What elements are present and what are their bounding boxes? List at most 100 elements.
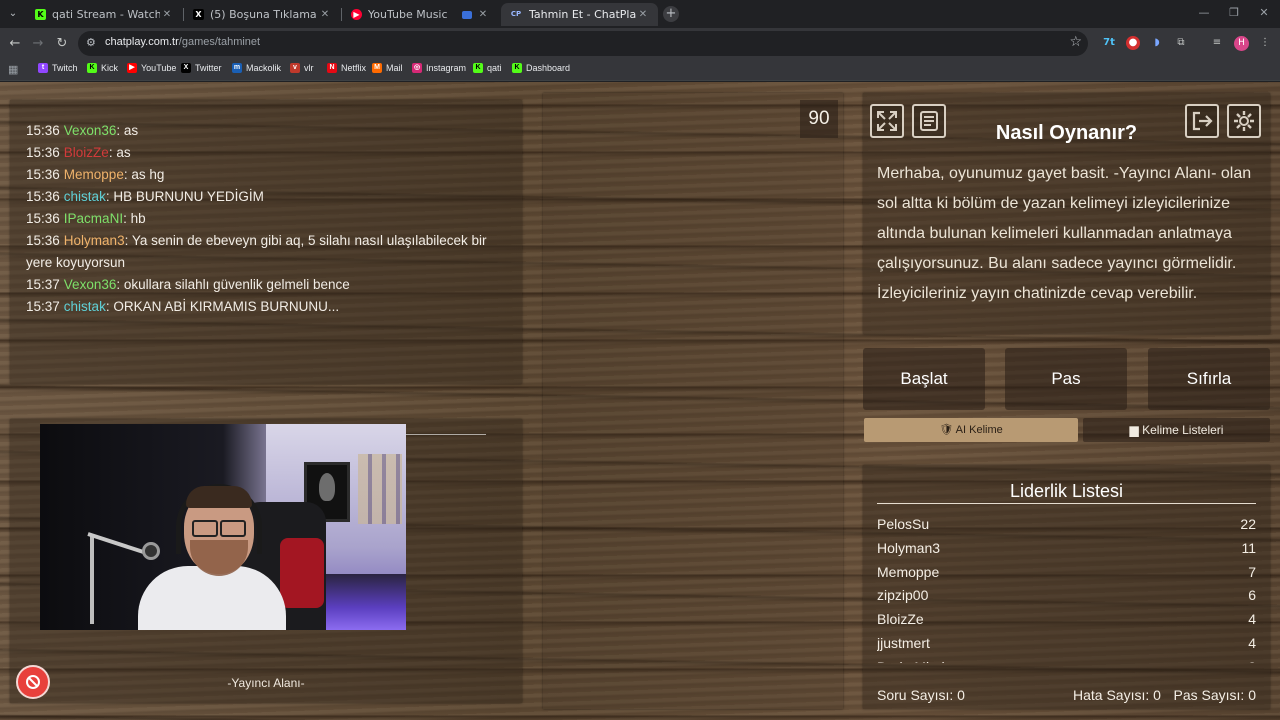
- bookmark-vlr[interactable]: v vlr: [290, 63, 314, 73]
- pass-button[interactable]: Pas: [1005, 348, 1127, 410]
- player-name: Memoppe: [877, 563, 940, 580]
- vlr-icon: v: [290, 63, 300, 73]
- reload-icon[interactable]: ↻: [52, 34, 72, 54]
- chat-text: : as hg: [123, 167, 165, 182]
- translate-extension-icon[interactable]: 7t: [1102, 36, 1116, 50]
- bookmark-mail[interactable]: M Mail: [372, 63, 403, 73]
- media-icon[interactable]: [462, 10, 472, 19]
- webcam-video: [40, 424, 406, 630]
- new-tab-button[interactable]: +: [663, 6, 679, 22]
- tab-kick-stream[interactable]: K qati Stream - Watch Live on Kic ✕: [27, 3, 182, 26]
- leaderboard-list[interactable]: PelosSu 22 Holyman3 11 Memoppe 7 zipzip00 6 Bloi…: [877, 513, 1256, 663]
- close-icon[interactable]: ✕: [476, 9, 490, 20]
- chat-time: 15:36: [26, 233, 60, 248]
- close-window-icon[interactable]: ✕: [1254, 6, 1274, 19]
- chat-time: 15:37: [26, 299, 60, 314]
- chat-username[interactable]: IPacmaNI: [64, 211, 123, 226]
- minimize-icon[interactable]: —: [1194, 6, 1214, 19]
- tab-chatplay[interactable]: CP Tahmin Et - ChatPlay ✕: [501, 3, 658, 26]
- chat-time: 15:36: [26, 167, 60, 182]
- tab-title: Tahmin Et - ChatPlay: [529, 8, 636, 21]
- player-score: 7: [1248, 563, 1256, 580]
- address-bar[interactable]: ⚙ chatplay.com.tr/games/tahminet ☆: [78, 31, 1088, 56]
- game-board: [543, 93, 843, 709]
- chat-username[interactable]: chistak: [64, 189, 106, 204]
- chat-username[interactable]: Memoppe: [64, 167, 124, 182]
- chat-message: 15:36 IPacmaNI: hb: [26, 208, 146, 230]
- url-text: chatplay.com.tr/games/tahminet: [105, 36, 261, 48]
- start-button[interactable]: Başlat: [863, 348, 985, 410]
- close-icon[interactable]: ✕: [636, 9, 650, 20]
- settings-gear-icon[interactable]: [1227, 104, 1261, 138]
- bookmark-mackolik[interactable]: m Mackolik: [232, 63, 281, 73]
- youtube-music-icon: ▶: [351, 9, 362, 20]
- x-icon: X: [181, 63, 191, 73]
- tab-x[interactable]: X (5) Boşuna Tıklama (@bosunat ✕: [185, 3, 340, 26]
- chat-time: 15:37: [26, 277, 60, 292]
- chat-message: 15:37 Vexon36: okullara silahlı güvenlik …: [26, 274, 350, 296]
- kick-icon: K: [87, 63, 97, 73]
- player-score: 11: [1241, 539, 1256, 556]
- bookmark-label: Instagram: [426, 63, 467, 73]
- restore-icon[interactable]: ❐: [1224, 6, 1244, 19]
- chat-username[interactable]: Holyman3: [64, 233, 125, 248]
- list-icon: ▆: [1129, 423, 1143, 437]
- bookmark-kick[interactable]: K Kick: [87, 63, 118, 73]
- bookmark-instagram[interactable]: ◎ Instagram: [412, 63, 466, 73]
- bookmark-netflix[interactable]: N Netflix: [327, 63, 366, 73]
- chat-time: 15:36: [26, 189, 60, 204]
- bookmark-twitter[interactable]: X Twitter: [181, 63, 222, 73]
- record-stop-button[interactable]: [16, 665, 50, 699]
- adblock-extension-icon[interactable]: ●: [1126, 36, 1140, 50]
- extensions-puzzle-icon[interactable]: ⧉: [1174, 36, 1188, 50]
- chat-panel: 15:36 Vexon36: as 15:36 BloizZe: as 15:36 Mem…: [10, 100, 522, 384]
- exit-icon[interactable]: [1185, 104, 1219, 138]
- tab-ai-word[interactable]: 🛡 AI Kelime: [864, 418, 1078, 442]
- chat-text: : Ya senin de ebeveyn gibi aq, 5 silahı …: [124, 233, 487, 248]
- chat-username[interactable]: Vexon36: [64, 123, 117, 138]
- chat-text: : as: [116, 123, 139, 138]
- back-icon[interactable]: ←: [5, 34, 25, 54]
- bookmark-star-icon[interactable]: ☆: [1069, 34, 1082, 50]
- chat-username[interactable]: chistak: [64, 299, 106, 314]
- chat-message: 15:36 chistak: HB BURNUNU YEDİGİM: [26, 186, 264, 208]
- question-count: Soru Sayısı: 0: [877, 687, 965, 703]
- site-info-icon[interactable]: ⚙: [86, 36, 96, 49]
- instagram-icon: ◎: [412, 63, 422, 73]
- bookmark-dashboard[interactable]: K Dashboard: [512, 63, 570, 73]
- chat-text: : as: [108, 145, 131, 160]
- reset-button[interactable]: Sıfırla: [1148, 348, 1270, 410]
- tab-word-lists[interactable]: ▆ Kelime Listeleri: [1083, 418, 1270, 442]
- close-icon[interactable]: ✕: [318, 9, 332, 20]
- chat-time: 15:36: [26, 211, 60, 226]
- tab-search-icon[interactable]: ⌄: [4, 5, 22, 23]
- bookmark-qati[interactable]: Kqati: [473, 63, 502, 73]
- browser-toolbar: ← → ↻ ⚙ chatplay.com.tr/games/tahminet ☆…: [0, 28, 1280, 59]
- divider: [406, 434, 486, 435]
- leaderboard-row: Memoppe 7: [877, 561, 1256, 585]
- bookmark-label: Netflix: [341, 63, 367, 73]
- menu-kebab-icon[interactable]: ⋮: [1258, 36, 1272, 50]
- forward-icon[interactable]: →: [28, 34, 48, 54]
- chat-username[interactable]: Vexon36: [64, 277, 117, 292]
- profile-avatar[interactable]: H: [1234, 36, 1249, 51]
- chat-username[interactable]: BloizZe: [64, 145, 109, 160]
- player-name: jjustmert: [877, 634, 930, 651]
- reading-list-icon[interactable]: ≡: [1210, 36, 1224, 50]
- chat-message: 15:36 Vexon36: as: [26, 120, 138, 142]
- close-icon[interactable]: ✕: [160, 9, 174, 20]
- leaderboard-row: PelosSu 22: [877, 513, 1256, 537]
- audio-extension-icon[interactable]: ◗: [1150, 36, 1164, 50]
- how-to-play-panel: Nasıl Oynanır? Merhaba, oyunumuz gayet b…: [863, 93, 1270, 334]
- leaderboard-row: zipzip00 6: [877, 584, 1256, 608]
- bookmark-youtube[interactable]: ▶ YouTube: [127, 63, 176, 73]
- error-count: Hata Sayısı: 0: [1073, 687, 1161, 703]
- bookmark-label: Mail: [386, 63, 403, 73]
- divider: [877, 503, 1256, 504]
- player-score: 3: [1248, 656, 1256, 663]
- bookmark-twitch[interactable]: t Twitch: [38, 63, 78, 73]
- tab-youtube-music[interactable]: ▶ YouTube Music ✕: [343, 3, 498, 26]
- tab-title: qati Stream - Watch Live on Kic: [52, 8, 160, 21]
- apps-grid-icon[interactable]: ▦: [8, 63, 18, 76]
- bookmark-label: Mackolik: [246, 63, 282, 73]
